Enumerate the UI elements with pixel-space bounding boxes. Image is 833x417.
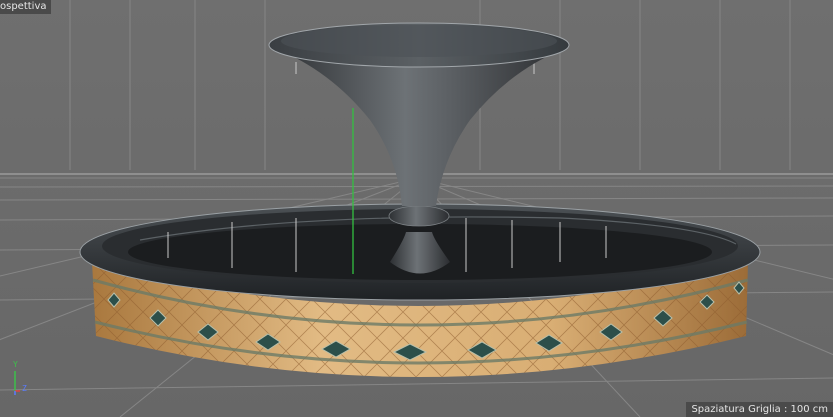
grid-spacing-status: Spaziatura Griglia : 100 cm bbox=[686, 402, 833, 417]
viewport-view-label[interactable]: ospettiva bbox=[0, 0, 51, 14]
axis-y-label: Y bbox=[13, 360, 18, 369]
3d-viewport[interactable]: ospettiva Y Z Spaziatura Griglia : 100 c… bbox=[0, 0, 833, 417]
viewport-scene[interactable] bbox=[0, 0, 833, 417]
axis-z-label: Z bbox=[22, 384, 27, 393]
axis-gizmo: Y Z bbox=[6, 357, 46, 397]
